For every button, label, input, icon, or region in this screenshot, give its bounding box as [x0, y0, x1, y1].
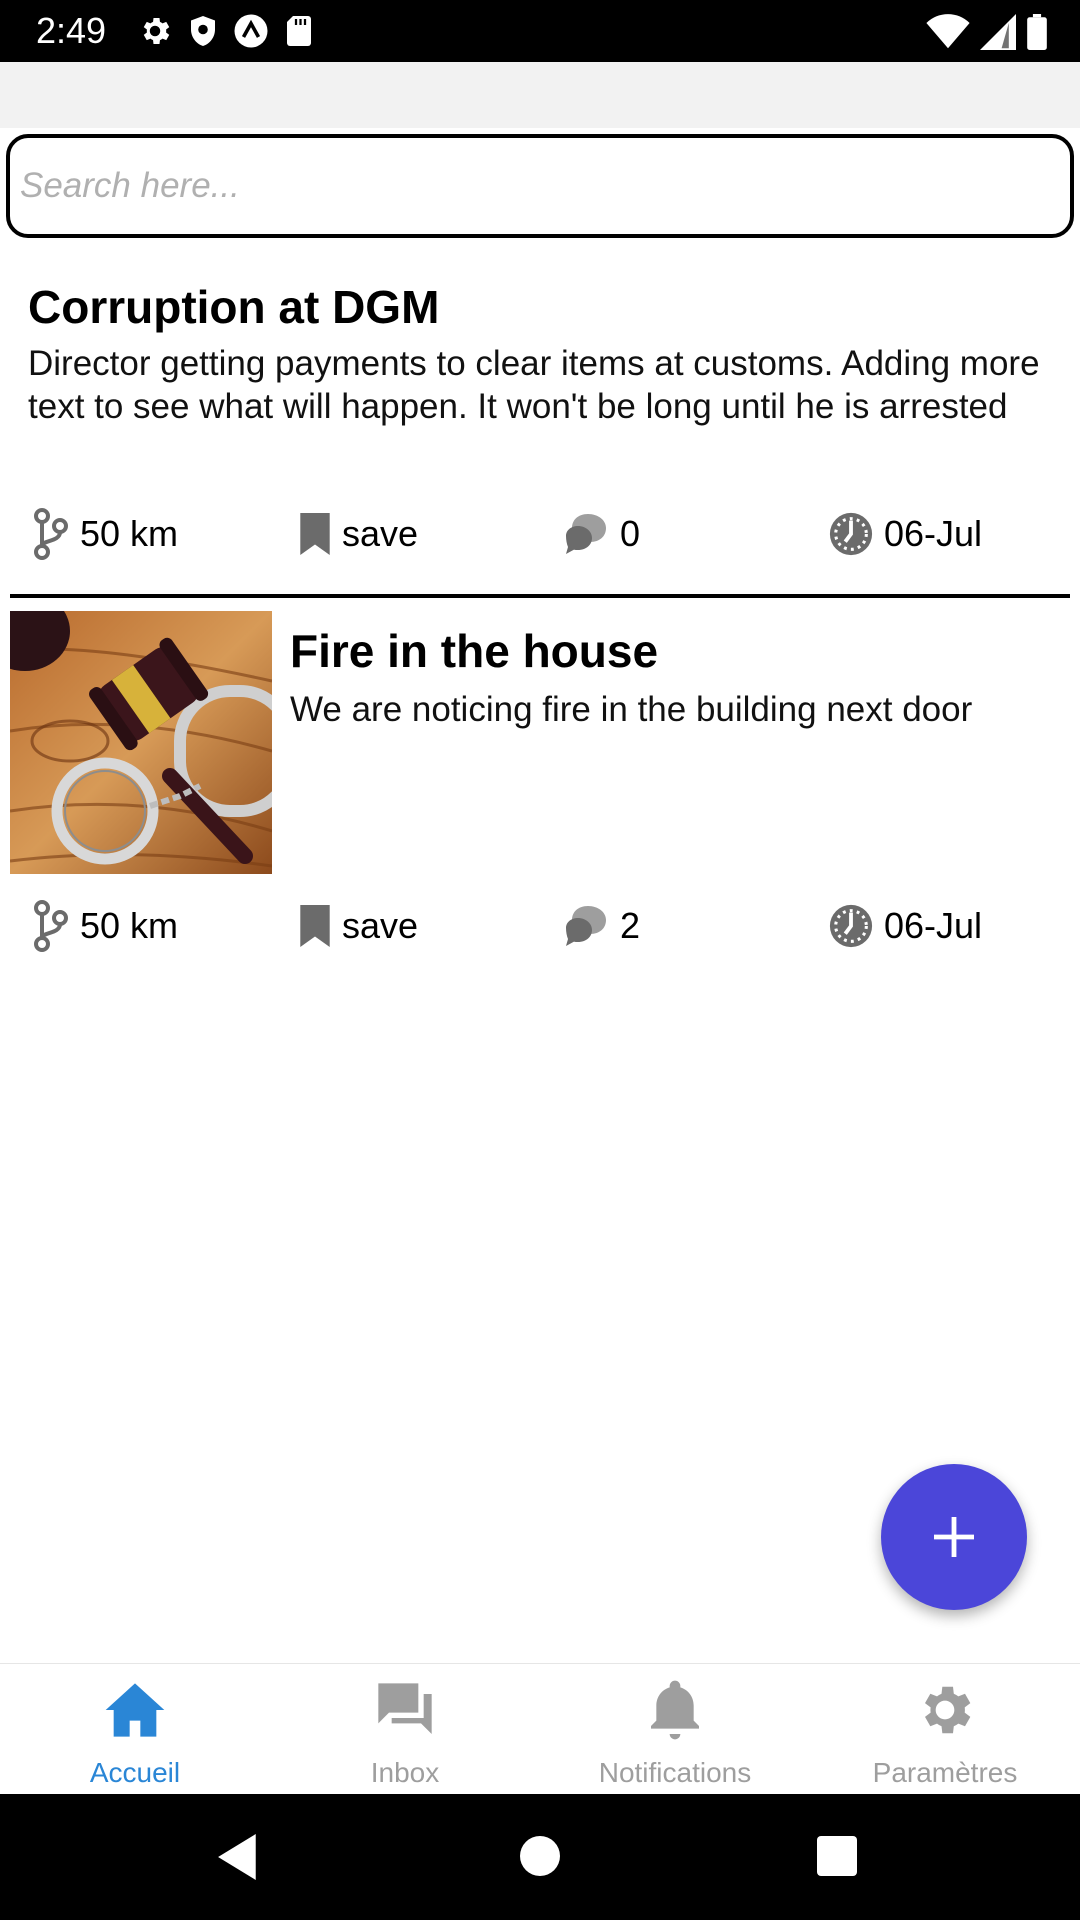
battery-icon [1027, 14, 1047, 50]
home-icon [105, 1683, 165, 1737]
comment-count: 0 [620, 513, 641, 554]
date-info: 06-Jul [828, 896, 982, 956]
bookmark-icon [300, 513, 330, 555]
post-card[interactable]: Corruption at DGM Director getting payme… [0, 262, 1080, 592]
gear-icon [143, 17, 170, 45]
date-info: 06-Jul [828, 504, 982, 564]
gear-icon [925, 1686, 971, 1734]
search-box[interactable] [6, 134, 1074, 238]
date-label: 06-Jul [884, 513, 983, 554]
nav-item-inbox[interactable]: Inbox [270, 1664, 540, 1795]
distance-info: 50 km [30, 504, 178, 564]
status-icons-right [926, 14, 1048, 50]
post-description: Director getting payments to clear items… [28, 344, 1040, 426]
post-divider [10, 594, 1070, 598]
distance-label: 50 km [80, 513, 179, 554]
sd-card-icon [287, 16, 311, 46]
search-input[interactable] [20, 138, 1060, 234]
clock-icon [829, 512, 873, 556]
status-bar: 2:49 [0, 0, 1080, 62]
nav-label: Inbox [370, 1757, 440, 1788]
caret-circle-icon [234, 14, 268, 48]
date-label: 06-Jul [884, 905, 983, 946]
app-bar [0, 62, 1080, 128]
nav-item-notifications[interactable]: Notifications [540, 1664, 810, 1795]
post-title: Corruption at DGM [28, 281, 440, 333]
distance-info: 50 km [30, 896, 178, 956]
shield-icon [191, 16, 215, 46]
home-circle-icon[interactable] [520, 1836, 560, 1876]
post-card[interactable]: Fire in the house We are noticing fire i… [0, 610, 1080, 960]
status-time: 2:49 [36, 10, 107, 51]
chat-bubbles-icon [566, 514, 606, 554]
gavel-handcuffs-photo [10, 611, 272, 874]
chat-bubbles-icon [566, 906, 606, 946]
comments-button[interactable]: 2 [562, 896, 640, 956]
clock-icon [829, 904, 873, 948]
nav-item-accueil[interactable]: Accueil [0, 1664, 270, 1795]
nav-label: Notifications [598, 1757, 752, 1788]
bell-icon [651, 1680, 699, 1740]
status-icons-left [137, 13, 317, 49]
bookmark-icon [300, 905, 330, 947]
post-image [10, 611, 272, 874]
nav-label: Paramètres [872, 1757, 1018, 1788]
recents-icon[interactable] [817, 1836, 857, 1876]
comment-count: 2 [620, 905, 641, 946]
plus-icon [934, 1517, 974, 1557]
post-title: Fire in the house [290, 625, 659, 677]
chat-bubbles-icon [378, 1683, 432, 1734]
distance-label: 50 km [80, 905, 179, 946]
nav-label: Accueil [89, 1757, 181, 1788]
save-button[interactable]: save [298, 504, 418, 564]
post-meta: 50 km save 0 06-Jul [0, 504, 1080, 564]
wifi-icon [926, 14, 970, 49]
save-button[interactable]: save [298, 896, 418, 956]
nav-item-parametres[interactable]: Paramètres [810, 1664, 1080, 1795]
post-description: We are noticing fire in the building nex… [290, 690, 973, 729]
system-nav-bar [0, 1794, 1080, 1920]
save-label: save [342, 513, 419, 554]
add-post-button[interactable] [881, 1464, 1027, 1610]
back-icon[interactable] [218, 1834, 260, 1880]
save-label: save [342, 905, 419, 946]
bottom-nav: Accueil Inbox Notifications Paramètres [0, 1663, 1080, 1794]
comments-button[interactable]: 0 [562, 504, 640, 564]
signal-icon [980, 14, 1016, 50]
route-icon [34, 900, 68, 952]
post-meta: 50 km save 2 06-Jul [0, 896, 1080, 956]
route-icon [34, 508, 68, 560]
